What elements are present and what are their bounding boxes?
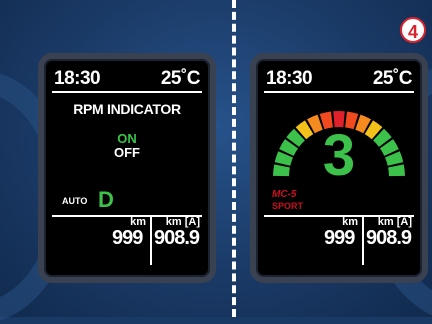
- right-display: 18:30 25˚C 3 MC-5 SPORT km 999 km [A] 90…: [250, 53, 428, 283]
- trip-unit: km [A]: [377, 216, 412, 228]
- right-display-screen: 18:30 25˚C 3 MC-5 SPORT km 999 km [A] 90…: [262, 65, 416, 271]
- left-display: 18:30 25˚C RPM INDICATOR ON OFF AUTO D k…: [38, 53, 216, 283]
- temperature: 25˚C: [160, 68, 201, 89]
- status-bar: 18:30 25˚C: [264, 68, 414, 90]
- top-rule: [264, 91, 414, 93]
- dashed-divider: [232, 0, 236, 317]
- clock: 18:30: [266, 68, 313, 89]
- temperature: 25˚C: [372, 68, 413, 89]
- odometer-unit: km: [130, 216, 146, 228]
- brand-logo: MC-5: [272, 189, 297, 200]
- option-on[interactable]: ON: [50, 131, 204, 146]
- trip-unit: km [A]: [165, 216, 200, 228]
- odometer-separator: [150, 215, 152, 265]
- status-bar: 18:30 25˚C: [52, 68, 202, 90]
- odometer-separator: [362, 215, 364, 265]
- gear-indicator: 3: [322, 123, 356, 188]
- trip-value: 908.9: [154, 227, 200, 249]
- odometer-value: 999: [324, 227, 355, 249]
- left-display-screen: 18:30 25˚C RPM INDICATOR ON OFF AUTO D k…: [50, 65, 204, 271]
- top-rule: [52, 91, 202, 93]
- trip-value: 908.9: [366, 227, 412, 249]
- gear-indicator: D: [98, 187, 114, 212]
- clock: 18:30: [54, 68, 101, 89]
- mode-label: AUTO: [62, 196, 88, 206]
- option-off[interactable]: OFF: [50, 145, 204, 160]
- odometer-value: 999: [112, 227, 143, 249]
- step-badge: 4: [400, 17, 426, 43]
- menu-title: RPM INDICATOR: [73, 101, 181, 117]
- riding-mode: SPORT: [272, 201, 304, 211]
- odometer-unit: km: [342, 216, 358, 228]
